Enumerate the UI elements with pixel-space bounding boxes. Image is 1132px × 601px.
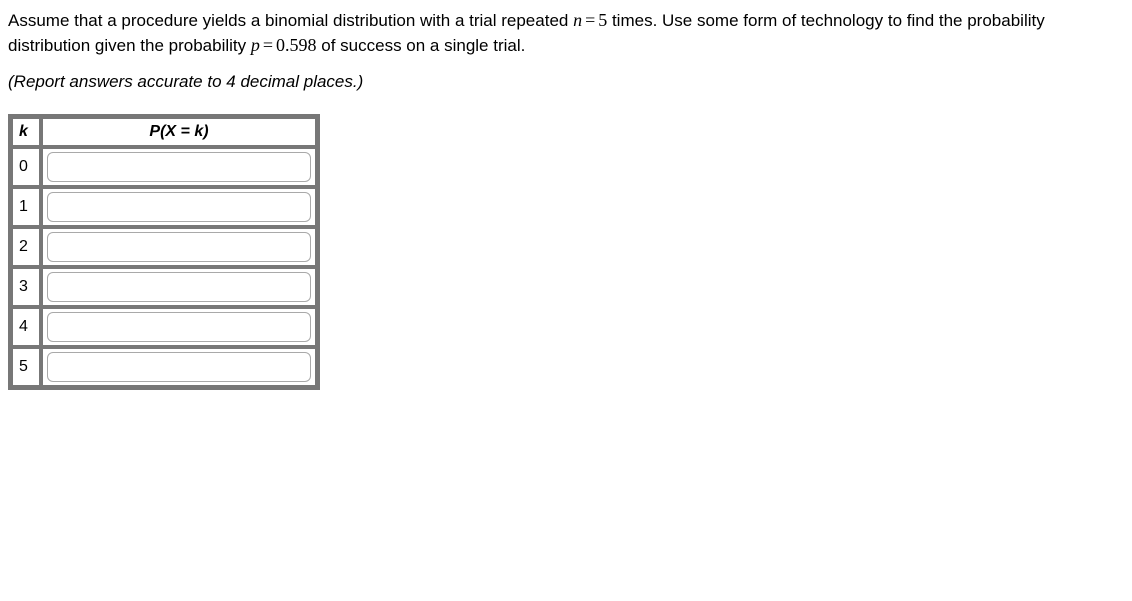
- answer-input-0[interactable]: [47, 152, 311, 182]
- table-row: 3: [12, 268, 316, 306]
- question-part1: Assume that a procedure yields a binomia…: [8, 11, 573, 30]
- answer-input-1[interactable]: [47, 192, 311, 222]
- table-row: 2: [12, 228, 316, 266]
- table-header-p: P(X = k): [42, 118, 316, 146]
- k-value: 4: [12, 308, 40, 346]
- table-row: 0: [12, 148, 316, 186]
- variable-n: n: [573, 10, 582, 30]
- equals-sign: =: [260, 35, 276, 55]
- question-text: Assume that a procedure yields a binomia…: [8, 8, 1124, 58]
- variable-p: p: [251, 35, 260, 55]
- k-value: 1: [12, 188, 40, 226]
- question-part3: of success on a single trial.: [317, 36, 526, 55]
- k-value: 3: [12, 268, 40, 306]
- k-value: 2: [12, 228, 40, 266]
- k-value: 0: [12, 148, 40, 186]
- answer-input-2[interactable]: [47, 232, 311, 262]
- answer-input-5[interactable]: [47, 352, 311, 382]
- table-row: 1: [12, 188, 316, 226]
- instruction-text: (Report answers accurate to 4 decimal pl…: [8, 72, 1124, 92]
- answer-input-3[interactable]: [47, 272, 311, 302]
- equals-sign: =: [582, 10, 598, 30]
- value-p: 0.598: [276, 35, 317, 55]
- answer-input-4[interactable]: [47, 312, 311, 342]
- distribution-table: k P(X = k) 0 1 2 3 4 5: [8, 114, 320, 390]
- table-row: 5: [12, 348, 316, 386]
- k-value: 5: [12, 348, 40, 386]
- value-n: 5: [598, 10, 607, 30]
- table-header-k: k: [12, 118, 40, 146]
- table-row: 4: [12, 308, 316, 346]
